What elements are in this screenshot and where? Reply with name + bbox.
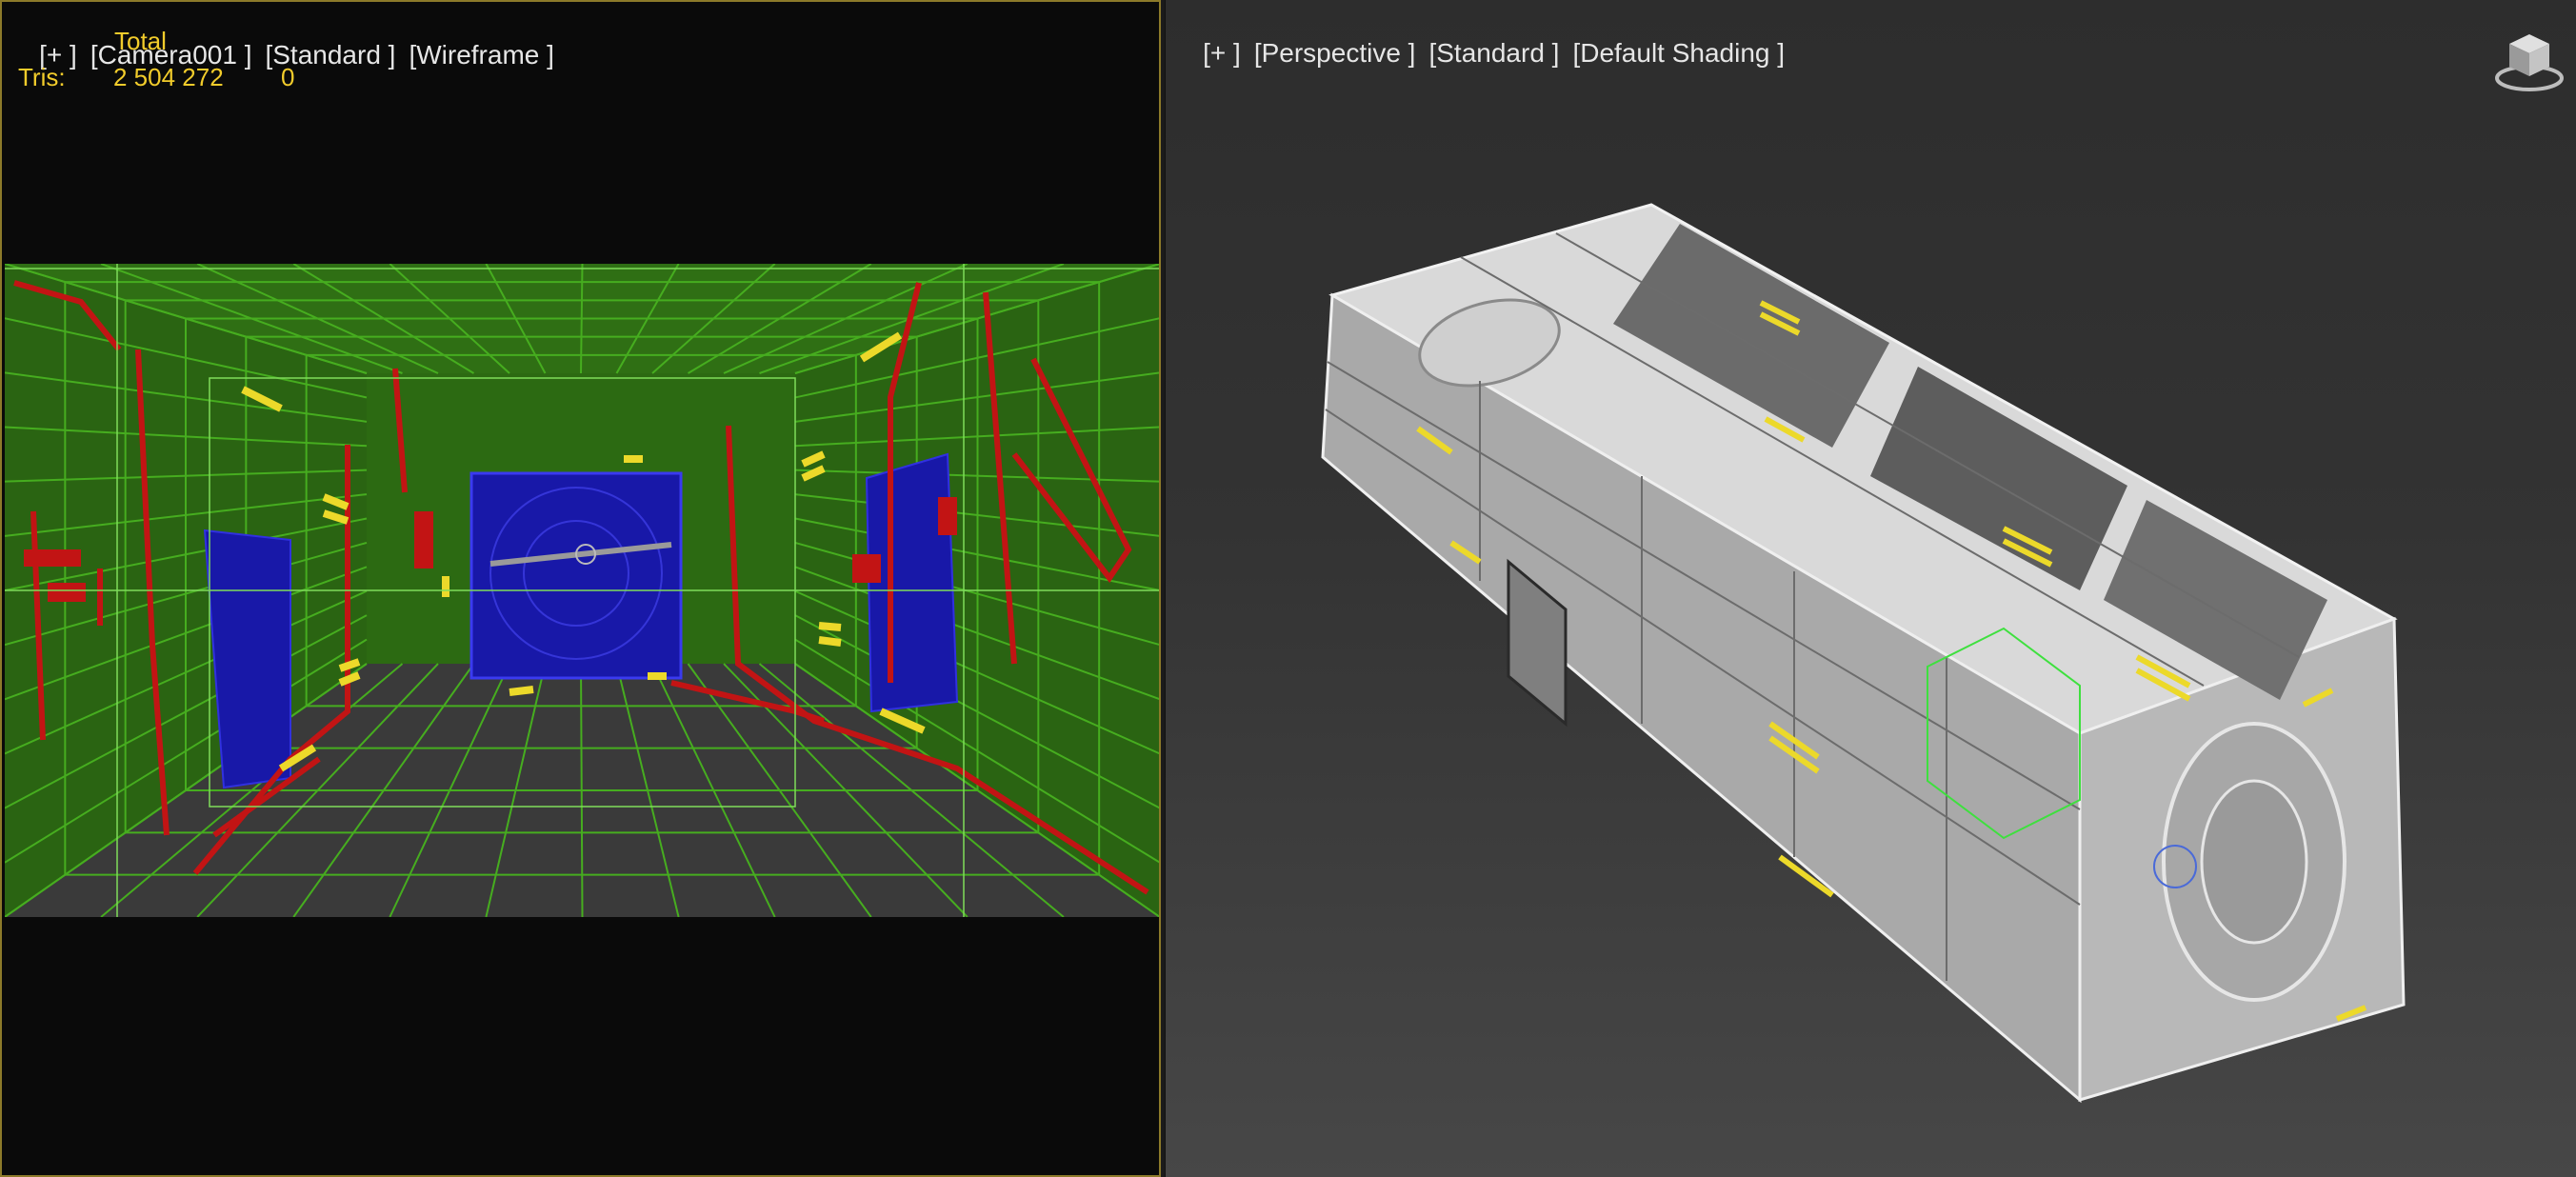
module-shaded-render — [1321, 203, 2406, 1104]
stats-header: Total — [114, 27, 167, 55]
stats-tris-label: Tris: — [18, 63, 66, 91]
viewport-shading-menu[interactable]: [Wireframe ] — [409, 40, 553, 70]
stats-tris-total: 2 504 272 — [113, 63, 224, 91]
perspective-viewport[interactable]: [+ ] [Perspective ] [Standard ] [Default Sh… — [1165, 0, 2576, 1177]
camera-wireframe-render — [5, 264, 1159, 917]
stats-tris-selected: 0 — [281, 63, 295, 91]
camera-viewport[interactable]: [+ ] [Camera001 ] [Standard ] [Wireframe ] … — [0, 0, 1161, 1177]
